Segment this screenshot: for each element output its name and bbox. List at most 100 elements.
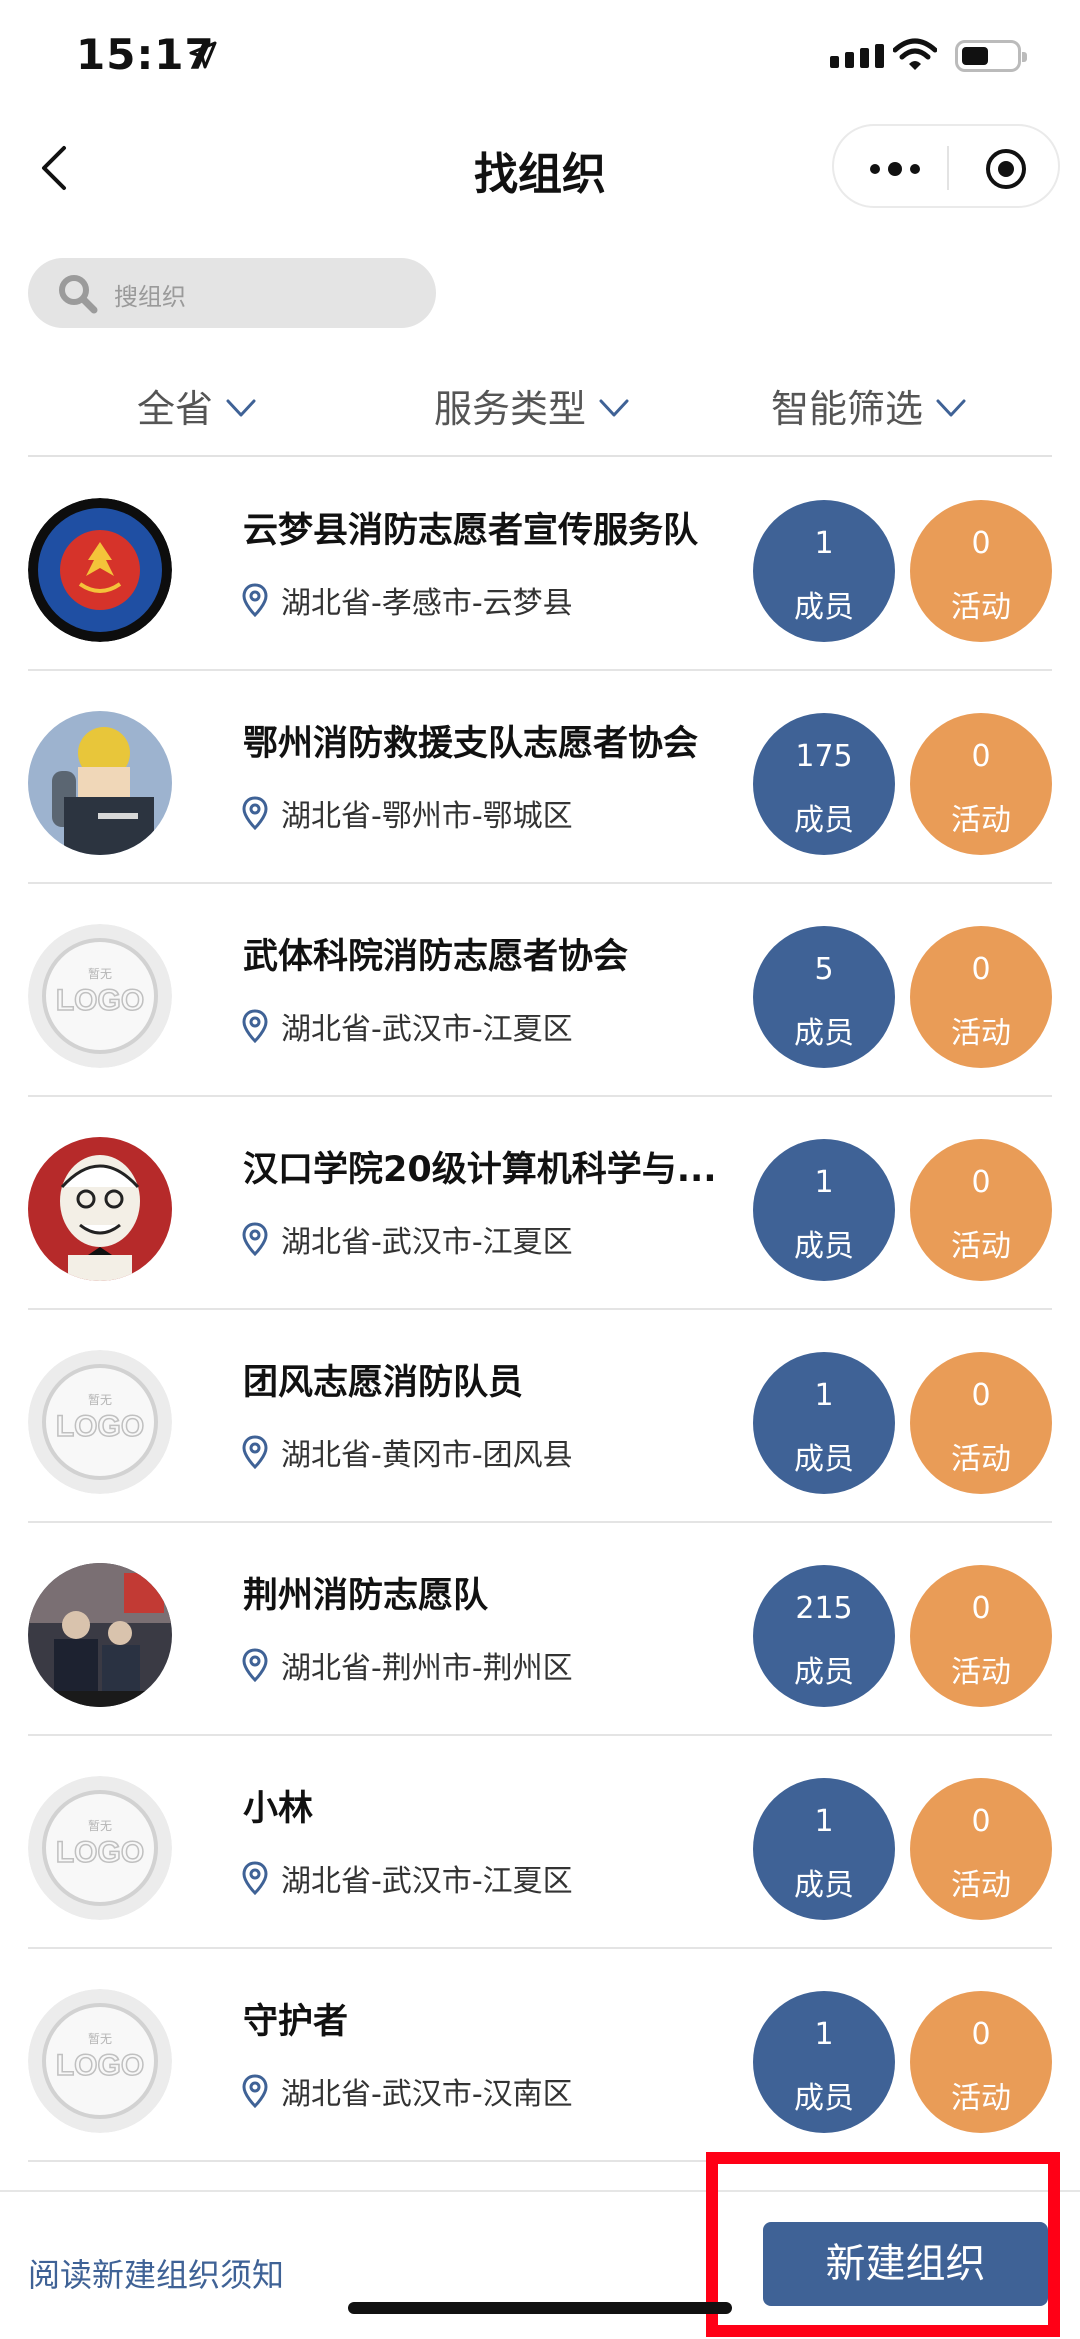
home-indicator <box>348 2302 732 2314</box>
battery-icon <box>955 40 1027 72</box>
org-location: 湖北省-孝感市-云梦县 <box>241 578 573 622</box>
list-item[interactable]: 暂无 LOGO 团风志愿消防队员 湖北省-黄冈市-团风县 1 成员 0 活动 <box>0 1310 1080 1523</box>
org-name: 云梦县消防志愿者宣传服务队 <box>243 511 699 551</box>
member-count: 1 <box>814 1378 834 1413</box>
org-name: 荆州消防志愿队 <box>243 1576 489 1616</box>
filter-service-type-label: 服务类型 <box>434 387 587 431</box>
cellular-signal-icon <box>830 44 884 68</box>
org-location: 湖北省-荆州市-荆州区 <box>241 1643 573 1687</box>
org-location: 湖北省-武汉市-江夏区 <box>241 1856 573 1900</box>
member-count-badge: 1 成员 <box>753 1991 895 2133</box>
member-label: 成员 <box>794 1442 854 1477</box>
nav-bar: 找组织 <box>0 120 1080 216</box>
avatar: 暂无 LOGO <box>28 1989 172 2133</box>
activity-count: 0 <box>971 1165 991 1200</box>
divider <box>28 455 1052 457</box>
activity-count-badge: 0 活动 <box>910 1139 1052 1281</box>
wifi-icon <box>893 38 937 70</box>
org-location-text: 湖北省-荆州市-荆州区 <box>281 1651 573 1686</box>
member-count-badge: 215 成员 <box>753 1565 895 1707</box>
no-logo-text: LOGO <box>56 1410 144 1443</box>
list-item[interactable]: 暂无 LOGO 武体科院消防志愿者协会 湖北省-武汉市-江夏区 5 成员 0 活… <box>0 884 1080 1097</box>
member-count: 175 <box>795 739 853 774</box>
org-location: 湖北省-武汉市-江夏区 <box>241 1004 573 1048</box>
org-location-text: 湖北省-黄冈市-团风县 <box>281 1438 573 1473</box>
activity-count: 0 <box>971 1804 991 1839</box>
no-logo-text: LOGO <box>56 984 144 1017</box>
miniprogram-capsule <box>832 124 1060 208</box>
location-pin-icon <box>242 583 268 617</box>
member-label: 成员 <box>794 1229 854 1264</box>
no-logo-small-text: 暂无 <box>88 967 112 981</box>
location-arrow-icon <box>189 41 217 69</box>
footer-bar: 阅读新建组织须知 新建组织 <box>0 2190 1080 2339</box>
org-list: 云梦县消防志愿者宣传服务队 湖北省-孝感市-云梦县 1 成员 0 活动 鄂州消防… <box>0 458 1080 2162</box>
activity-count-badge: 0 活动 <box>910 500 1052 642</box>
member-count-badge: 175 成员 <box>753 713 895 855</box>
org-location-text: 湖北省-鄂州市-鄂城区 <box>281 799 573 834</box>
activity-label: 活动 <box>951 803 1011 838</box>
no-logo-text: LOGO <box>56 2049 144 2082</box>
filter-region-label: 全省 <box>137 387 214 431</box>
list-item[interactable]: 暂无 LOGO 守护者 湖北省-武汉市-汉南区 1 成员 0 活动 <box>0 1949 1080 2162</box>
fire-volunteer-badge-icon <box>28 498 172 642</box>
location-pin-icon <box>242 1861 268 1895</box>
location-pin-icon <box>242 796 268 830</box>
member-label: 成员 <box>794 1655 854 1690</box>
member-count: 215 <box>795 1591 853 1626</box>
member-count: 1 <box>814 2017 834 2052</box>
create-notice-link[interactable]: 阅读新建组织须知 <box>28 2250 284 2296</box>
list-item[interactable]: 云梦县消防志愿者宣传服务队 湖北省-孝感市-云梦县 1 成员 0 活动 <box>0 458 1080 671</box>
search-placeholder: 搜组织 <box>114 283 186 311</box>
activity-count-badge: 0 活动 <box>910 713 1052 855</box>
list-item[interactable]: 鄂州消防救援支队志愿者协会 湖北省-鄂州市-鄂城区 175 成员 0 活动 <box>0 671 1080 884</box>
location-pin-icon <box>242 1222 268 1256</box>
avatar <box>28 498 172 642</box>
activity-count-badge: 0 活动 <box>910 1565 1052 1707</box>
filter-service-type[interactable]: 服务类型 <box>434 378 630 433</box>
filter-region[interactable]: 全省 <box>137 378 257 433</box>
chevron-down-icon <box>226 399 256 416</box>
no-logo-icon: 暂无 LOGO <box>28 1776 172 1920</box>
activity-label: 活动 <box>951 2081 1011 2116</box>
org-name: 小林 <box>243 1789 314 1829</box>
activity-count: 0 <box>971 526 991 561</box>
list-item[interactable]: 荆州消防志愿队 湖北省-荆州市-荆州区 215 成员 0 活动 <box>0 1523 1080 1736</box>
more-icon[interactable] <box>870 162 920 176</box>
no-logo-small-text: 暂无 <box>88 1393 112 1407</box>
no-logo-icon: 暂无 LOGO <box>28 1989 172 2133</box>
location-pin-icon <box>242 1435 268 1469</box>
activity-count: 0 <box>971 739 991 774</box>
location-pin-icon <box>242 1009 268 1043</box>
search-input[interactable]: 搜组织 <box>28 258 436 328</box>
member-count-badge: 5 成员 <box>753 926 895 1068</box>
activity-count-badge: 0 活动 <box>910 1778 1052 1920</box>
list-item[interactable]: 汉口学院20级计算机科学与... 湖北省-武汉市-江夏区 1 成员 0 活动 <box>0 1097 1080 1310</box>
no-logo-small-text: 暂无 <box>88 1819 112 1833</box>
avatar: 暂无 LOGO <box>28 1776 172 1920</box>
member-count-badge: 1 成员 <box>753 1352 895 1494</box>
group-photo-icon <box>28 1563 172 1707</box>
org-location-text: 湖北省-武汉市-江夏区 <box>281 1012 573 1047</box>
avatar: 暂无 LOGO <box>28 1350 172 1494</box>
org-name: 鄂州消防救援支队志愿者协会 <box>243 724 699 764</box>
activity-count-badge: 0 活动 <box>910 926 1052 1068</box>
org-location: 湖北省-黄冈市-团风县 <box>241 1430 573 1474</box>
create-org-button[interactable]: 新建组织 <box>763 2222 1048 2306</box>
filter-smart[interactable]: 智能筛选 <box>771 378 967 433</box>
activity-count: 0 <box>971 2017 991 2052</box>
activity-label: 活动 <box>951 1655 1011 1690</box>
org-location: 湖北省-鄂州市-鄂城区 <box>241 791 573 835</box>
location-pin-icon <box>242 2074 268 2108</box>
status-bar: 15:17 <box>0 0 1080 120</box>
search-icon <box>59 275 98 314</box>
list-item[interactable]: 暂无 LOGO 小林 湖北省-武汉市-江夏区 1 成员 0 活动 <box>0 1736 1080 1949</box>
member-count-badge: 1 成员 <box>753 1778 895 1920</box>
close-miniprogram-icon[interactable] <box>984 147 1028 191</box>
member-label: 成员 <box>794 1016 854 1051</box>
location-pin-icon <box>242 1648 268 1682</box>
cartoon-portrait-icon <box>28 1137 172 1281</box>
activity-label: 活动 <box>951 1442 1011 1477</box>
filter-bar: 全省 服务类型 智能筛选 <box>0 370 1080 440</box>
member-count-badge: 1 成员 <box>753 1139 895 1281</box>
